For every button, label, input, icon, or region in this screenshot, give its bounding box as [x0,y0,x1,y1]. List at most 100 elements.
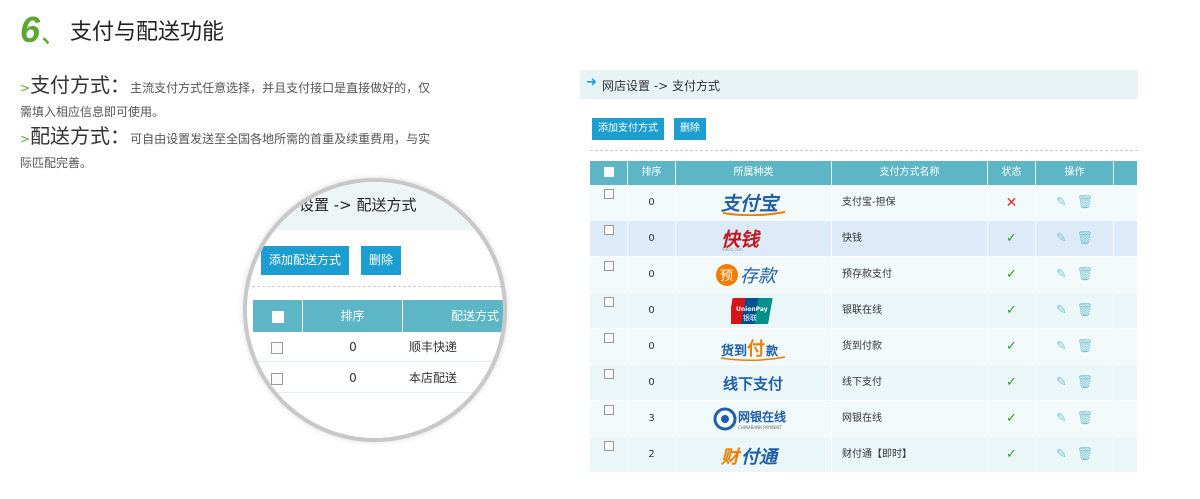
payment-table-row: 0 快钱 99bill.com 快钱 ✓ ✎ 🗑 [590,221,1137,257]
row-status[interactable]: ✓ [988,437,1036,473]
edit-icon[interactable]: ✎ [1056,447,1067,462]
payment-logo: 财付通 [676,437,832,473]
trash-icon[interactable]: 🗑 [1076,339,1093,354]
row-status[interactable]: ✓ [988,365,1036,401]
row-checkbox-cell [271,332,283,362]
row-checkbox[interactable] [603,189,614,199]
payment-breadcrumb-text: 网店设置 -> 支付方式 [602,79,721,93]
row-status[interactable]: ✓ [988,221,1036,257]
bullet-marker: > [20,81,31,95]
col-shipping-method: 配送方式 [403,300,503,332]
edit-icon[interactable]: ✎ [1056,267,1067,282]
row-order: 2 [628,437,676,473]
row-status[interactable]: ✓ [988,257,1036,293]
payment-logo-image: UnionPay 银联 [676,293,832,329]
delete-payment-button[interactable]: 删除 [674,118,706,140]
status-enabled-icon[interactable]: ✓ [1006,303,1017,318]
row-checkbox[interactable] [603,441,614,451]
row-actions: ✎ 🗑 [1036,221,1114,257]
status-enabled-icon[interactable]: ✓ [1006,411,1017,426]
svg-text:99bill.com: 99bill.com [722,247,743,252]
edit-icon[interactable]: ✎ [1056,231,1067,246]
row-checkbox-cell [590,257,628,293]
edit-icon[interactable]: ✎ [1056,195,1067,210]
status-enabled-icon[interactable]: ✓ [1006,231,1017,246]
edit-icon[interactable]: ✎ [1056,375,1067,390]
trash-icon[interactable]: 🗑 [1076,303,1093,318]
row-actions: ✎ 🗑 [1036,437,1114,473]
row-status[interactable]: ✓ [988,329,1036,365]
trash-icon[interactable]: 🗑 [1076,447,1093,462]
row-order: 0 [349,371,357,385]
col-status: 状态 [988,161,1036,185]
col-payment-name: 支付方式名称 [832,161,988,185]
add-payment-button[interactable]: 添加支付方式 [592,118,664,140]
payment-logo-image: 支付宝 [676,185,832,221]
bullet-marker: > [20,132,31,146]
row-checkbox[interactable] [603,225,614,235]
status-enabled-icon[interactable]: ✓ [1006,339,1017,354]
edit-icon[interactable]: ✎ [1056,411,1067,426]
section-number: 6 [20,9,41,50]
trash-icon[interactable]: 🗑 [1076,195,1093,210]
row-status[interactable]: ✓ [988,293,1036,329]
row-checkbox-cell [590,293,628,329]
status-disabled-icon[interactable]: ✕ [1006,195,1018,211]
status-enabled-icon[interactable]: ✓ [1006,375,1017,390]
row-payment-name: 银联在线 [832,293,988,329]
edit-icon[interactable]: ✎ [1056,303,1067,318]
payment-logo: UnionPay 银联 [676,293,832,329]
payment-table-row: 0 支付宝 支付宝-担保 ✕ ✎ 🗑 [590,185,1137,221]
row-actions: ✎ 🗑 [1036,293,1114,329]
payment-logo-image: 快钱 99bill.com [676,221,832,257]
section-separator: 、 [42,23,63,47]
col-category: 所属种类 [676,161,832,185]
shipping-description: >配送方式：可自由设置发送至全国各地所需的首重及续重费用，与实际匹配完善。 [20,124,440,175]
trash-icon[interactable]: 🗑 [1076,267,1093,282]
payment-description: >支付方式：主流支付方式任意选择，并且支付接口是直接做好的，仅需填入相应信息即可… [20,73,440,124]
payment-table-row: 0 预存款 预存款支付 ✓ ✎ 🗑 [590,257,1137,293]
select-all-checkbox[interactable] [603,167,614,177]
trash-icon[interactable]: 🗑 [1076,375,1093,390]
row-checkbox[interactable] [603,297,614,307]
divider [590,150,1138,151]
svg-text:存款: 存款 [740,266,779,287]
row-checkbox-cell [590,221,628,257]
row-checkbox-cell [590,329,628,365]
trash-icon[interactable]: 🗑 [1076,411,1093,426]
row-checkbox[interactable] [603,333,614,343]
row-status[interactable]: ✓ [988,401,1036,437]
payment-table-row: 2 财付通 财付通【即时】 ✓ ✎ 🗑 [590,437,1137,473]
row-checkbox[interactable] [271,341,283,354]
status-enabled-icon[interactable]: ✓ [1006,447,1017,462]
svg-text:财: 财 [720,447,742,468]
row-checkbox[interactable] [271,372,283,385]
row-actions: ✎ 🗑 [1036,365,1114,401]
row-order: 0 [628,365,676,401]
trash-icon[interactable]: 🗑 [1076,231,1093,246]
section-title: 支付与配送功能 [70,20,225,45]
delete-shipping-button[interactable]: 删除 [361,246,402,275]
row-checkbox[interactable] [603,261,614,271]
row-order: 0 [628,257,676,293]
section-header: 6 、 支付与配送功能 [20,8,224,48]
row-order: 3 [628,401,676,437]
payment-table-row: 0 货到付款货到付款 ✓ ✎ 🗑 [590,329,1137,365]
svg-text:CHINABANK PAYMENT: CHINABANK PAYMENT [738,425,782,430]
row-order: 0 [628,329,676,365]
row-shipping-name: 本店配送 [409,371,458,385]
row-checkbox[interactable] [603,405,614,415]
row-order: 0 [628,221,676,257]
add-shipping-button[interactable]: 添加配送方式 [261,246,350,275]
row-actions: ✎ 🗑 [1036,185,1114,221]
row-payment-name: 预存款支付 [832,257,988,293]
status-enabled-icon[interactable]: ✓ [1006,267,1017,282]
row-status[interactable]: ✕ [988,185,1036,221]
edit-icon[interactable]: ✎ [1056,339,1067,354]
svg-text:付通: 付通 [741,447,780,468]
row-order: 0 [349,340,357,354]
svg-text:UnionPay: UnionPay [736,306,768,313]
row-checkbox[interactable] [603,369,614,379]
select-all-checkbox[interactable] [271,310,284,323]
payment-heading: 支付方式： [30,73,131,97]
